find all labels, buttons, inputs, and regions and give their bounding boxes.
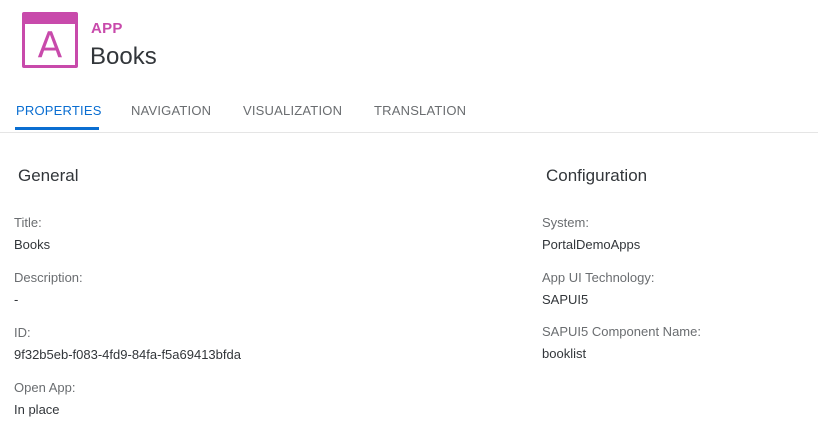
tab-navigation[interactable]: NAVIGATION xyxy=(131,103,211,118)
component-name-value: booklist xyxy=(542,346,587,361)
object-header: A APP Books PROPERTIES NAVIGATION VISUAL… xyxy=(0,0,818,132)
configuration-section-title: Configuration xyxy=(546,166,648,185)
id-label: ID: xyxy=(14,325,31,340)
app-icon: A xyxy=(22,12,78,68)
tab-visualization[interactable]: VISUALIZATION xyxy=(243,103,342,118)
active-tab-indicator xyxy=(15,127,99,130)
open-app-value: In place xyxy=(14,402,60,417)
description-value: - xyxy=(14,292,19,307)
app-icon-bar xyxy=(25,15,75,24)
tab-bar: PROPERTIES NAVIGATION VISUALIZATION TRAN… xyxy=(0,96,818,132)
header-divider xyxy=(0,132,818,133)
tab-translation[interactable]: TRANSLATION xyxy=(374,103,466,118)
object-type-label: APP xyxy=(91,20,123,37)
general-section-title: General xyxy=(18,166,79,185)
component-name-label: SAPUI5 Component Name: xyxy=(542,324,701,339)
system-label: System: xyxy=(542,215,589,230)
app-ui-technology-label: App UI Technology: xyxy=(542,270,655,285)
title-value: Books xyxy=(14,237,51,252)
description-label: Description: xyxy=(14,270,83,285)
app-icon-letter: A xyxy=(37,25,63,66)
title-label: Title: xyxy=(14,215,42,230)
tab-properties[interactable]: PROPERTIES xyxy=(16,103,102,118)
system-value: PortalDemoApps xyxy=(542,237,641,252)
app-ui-technology-value: SAPUI5 xyxy=(542,292,589,307)
id-value: 9f32b5eb-f083-4fd9-84fa-f5a69413bfda xyxy=(14,347,241,362)
open-app-label: Open App: xyxy=(14,380,76,395)
page-title: Books xyxy=(90,43,157,70)
